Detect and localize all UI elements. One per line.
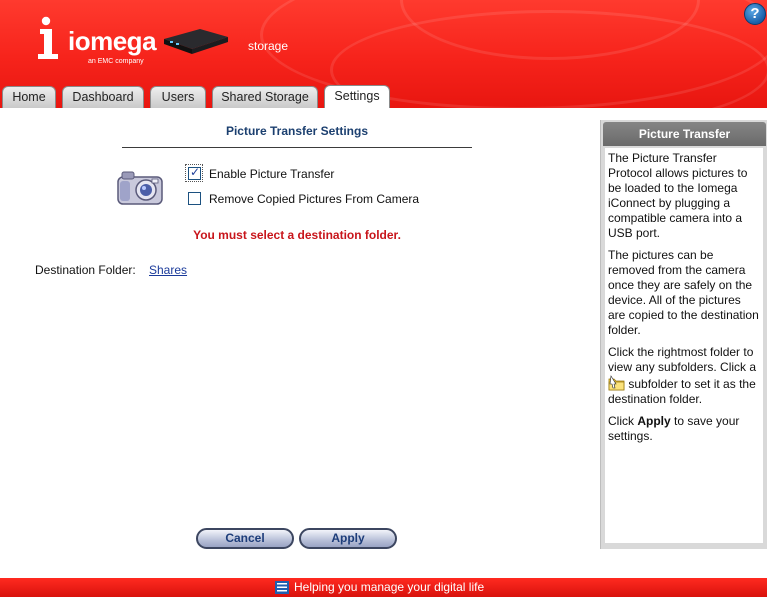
title-divider (122, 147, 472, 148)
remove-copied-pictures-label[interactable]: Remove Copied Pictures From Camera (209, 192, 419, 206)
brand-subtitle: an EMC company (88, 58, 144, 65)
remove-copied-pictures-checkbox[interactable] (188, 192, 201, 205)
help-text: Click the rightmost folder to view any s… (608, 345, 757, 374)
list-icon (275, 581, 289, 594)
help-text: subfolder to set it as the destination f… (608, 377, 756, 406)
header-banner: iomega an EMC company storage ? Home Das… (0, 0, 767, 108)
help-text-bold: Apply (637, 414, 671, 428)
help-paragraph: Click Apply to save your settings. (608, 414, 761, 444)
folder-select-icon (608, 375, 625, 391)
help-panel-title: Picture Transfer (603, 122, 766, 146)
camera-icon (117, 171, 163, 205)
apply-button[interactable]: Apply (299, 528, 397, 549)
destination-folder-label: Destination Folder: (35, 263, 136, 277)
enable-picture-transfer-checkbox[interactable]: ✓ (188, 165, 201, 180)
help-paragraph: The pictures can be removed from the cam… (608, 248, 759, 337)
cancel-button[interactable]: Cancel (196, 528, 294, 549)
help-button[interactable]: ? (744, 3, 766, 25)
brand-logo-text: iomega (68, 26, 157, 56)
help-text: Click (608, 414, 634, 428)
tab-home[interactable]: Home (2, 86, 56, 108)
tab-settings[interactable]: Settings (324, 85, 390, 108)
enable-picture-transfer-label[interactable]: Enable Picture Transfer (209, 167, 334, 181)
tab-shared-storage[interactable]: Shared Storage (212, 86, 318, 108)
footer-tagline: Helping you manage your digital life (294, 580, 485, 594)
iomega-logo-icon (38, 16, 58, 59)
tab-bar: Home Dashboard Users Shared Storage Sett… (0, 85, 767, 108)
nas-device-icon (164, 29, 228, 54)
tab-users[interactable]: Users (150, 86, 206, 108)
footer-bar: Helping you manage your digital life (0, 578, 767, 597)
help-paragraph: The Picture Transfer Protocol allows pic… (608, 151, 748, 240)
help-paragraph: Click the rightmost folder to view any s… (608, 345, 761, 407)
destination-folder-link[interactable]: Shares (149, 263, 187, 277)
error-message: You must select a destination folder. (193, 228, 401, 242)
page-title: Picture Transfer Settings (225, 124, 369, 138)
tab-dashboard[interactable]: Dashboard (62, 86, 144, 108)
enable-transfer-focus-ring: ✓ (185, 164, 203, 182)
help-panel: Picture Transfer The Picture Transfer Pr… (600, 120, 767, 549)
help-panel-body: The Picture Transfer Protocol allows pic… (605, 148, 763, 543)
device-name-label: storage (248, 39, 289, 53)
